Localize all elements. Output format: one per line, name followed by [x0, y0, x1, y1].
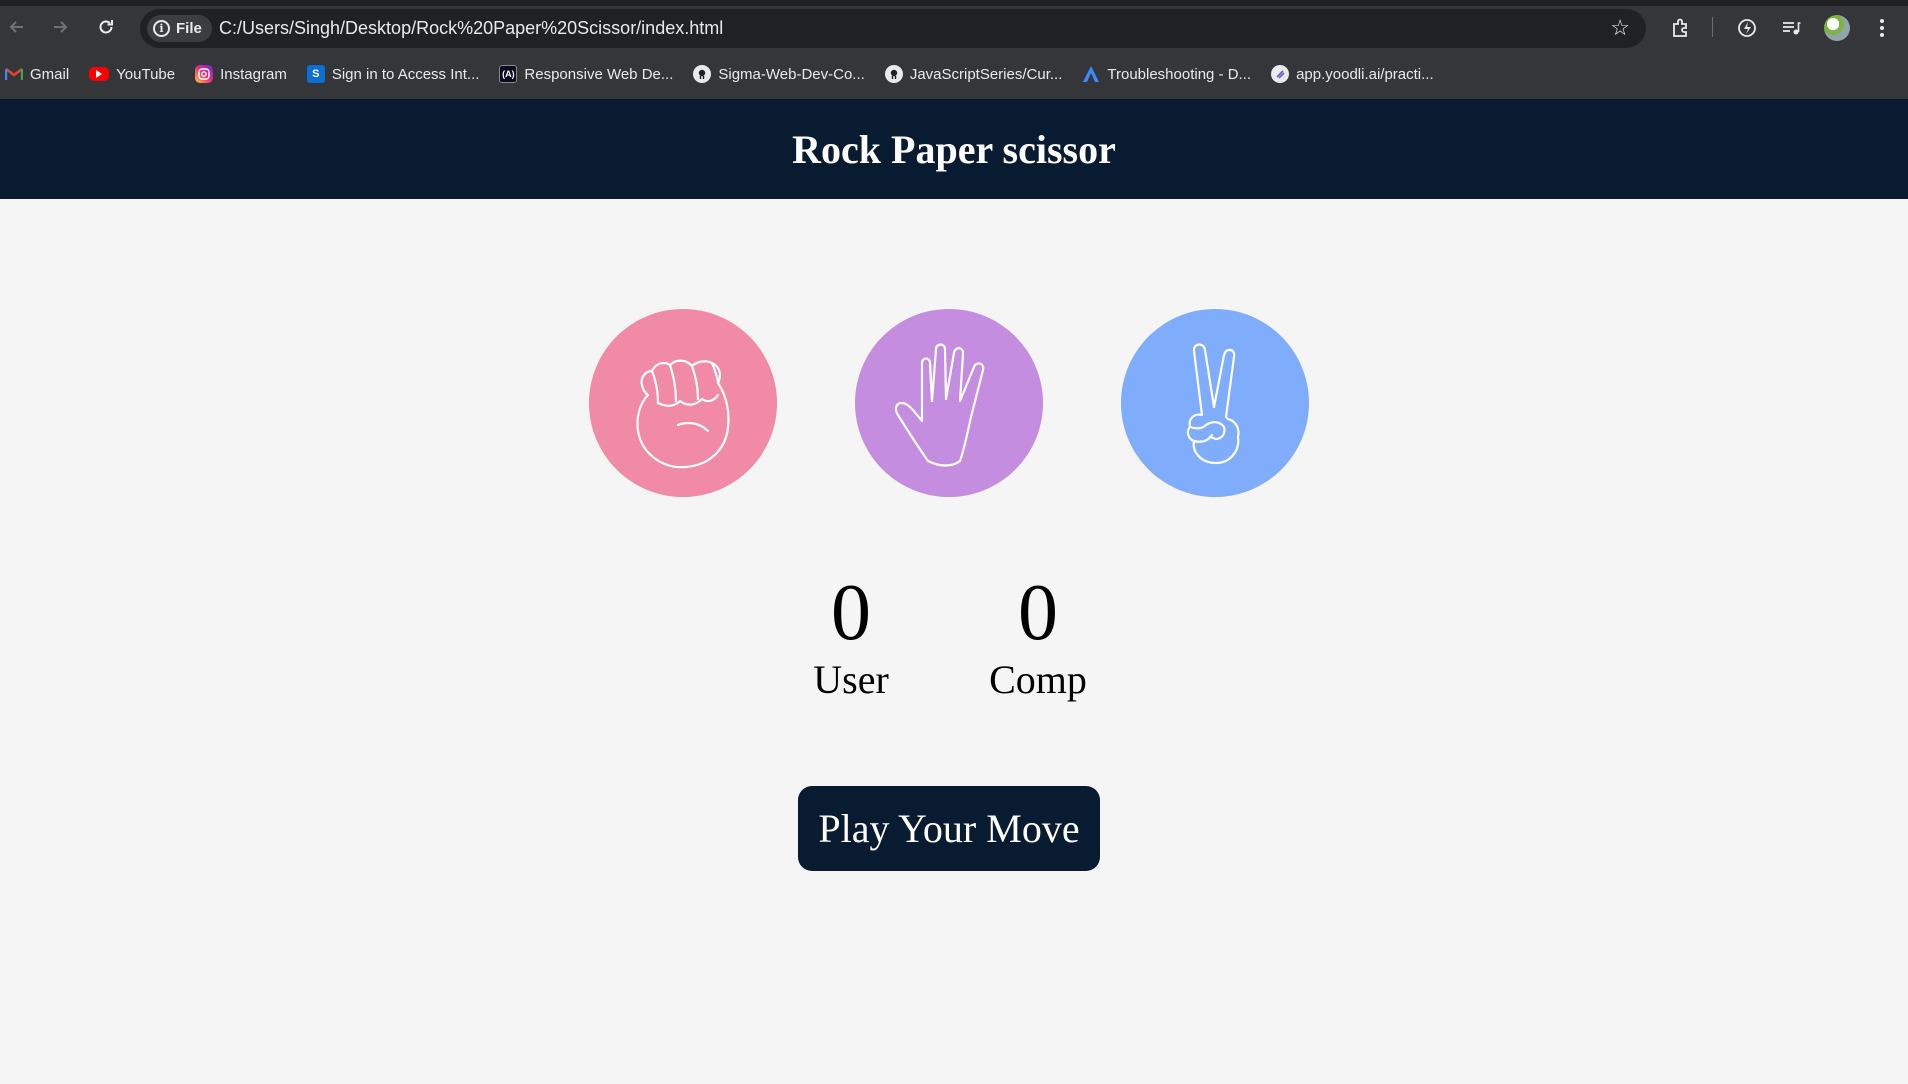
scissor-hand-icon [1186, 343, 1240, 465]
back-button[interactable] [2, 12, 32, 42]
arrow-right-icon [54, 21, 68, 33]
profile-avatar[interactable] [1821, 12, 1853, 44]
info-icon: i [153, 20, 170, 37]
bookmark-label: YouTube [116, 65, 176, 83]
message-button[interactable]: Play Your Move [798, 786, 1100, 871]
github-icon [693, 65, 712, 83]
scissor-choice[interactable] [1121, 309, 1309, 497]
bookmark-troubleshooting[interactable]: Troubleshooting - D... [1082, 65, 1251, 83]
toolbar-divider [1712, 17, 1713, 37]
comp-label: Comp [989, 657, 1087, 702]
yoodli-icon [1271, 65, 1290, 83]
triangle-icon [1082, 65, 1100, 83]
github-icon [884, 65, 903, 83]
bookmark-youtube[interactable]: YouTube [89, 66, 175, 83]
comp-score-panel: 0 Comp [980, 568, 1096, 702]
bookmark-label: Gmail [30, 65, 70, 83]
avatar [1824, 15, 1850, 41]
user-label: User [813, 657, 889, 702]
rock-choice[interactable] [589, 309, 777, 497]
file-label: File [176, 20, 202, 37]
page-title: Rock Paper scissor [792, 126, 1116, 172]
bookmark-javascript-series[interactable]: JavaScriptSeries/Cur... [884, 65, 1063, 83]
extensions-icon[interactable] [1665, 12, 1697, 44]
address-bar[interactable]: i File C:/Users/Singh/Desktop/Rock%20Pap… [140, 9, 1646, 48]
bookmark-sigma-web[interactable]: Sigma-Web-Dev-Co... [693, 65, 865, 83]
reload-icon [99, 20, 113, 34]
bookmark-label: Sigma-Web-Dev-Co... [718, 65, 865, 83]
url-text[interactable]: C:/Users/Singh/Desktop/Rock%20Paper%20Sc… [219, 18, 723, 39]
arrow-left-icon [9, 21, 23, 33]
bookmark-label: Instagram [220, 65, 287, 83]
menu-icon[interactable] [1866, 12, 1898, 44]
youtube-icon [89, 67, 110, 81]
bookmark-star-icon[interactable]: ☆ [1610, 16, 1630, 40]
bookmark-instagram[interactable]: Instagram [195, 65, 287, 83]
bookmark-label: Sign in to Access Int... [331, 65, 480, 83]
user-score: 0 [831, 569, 871, 657]
paper-hand-icon [894, 343, 985, 467]
forward-button[interactable] [45, 12, 75, 42]
gmail-icon [5, 65, 23, 83]
bookmark-label: app.yoodli.ai/practi... [1296, 65, 1434, 83]
bookmark-gmail[interactable]: Gmail [5, 65, 69, 83]
media-controls-icon[interactable] [1775, 12, 1807, 44]
bookmarks-bar: Gmail YouTube Instagram S Sign in to Acc… [0, 59, 1908, 89]
bookmark-label: Responsive Web De... [524, 65, 674, 83]
bookmark-yoodli[interactable]: app.yoodli.ai/practi... [1271, 65, 1434, 83]
a-icon: (A) [499, 65, 518, 83]
bookmark-label: Troubleshooting - D... [1107, 65, 1252, 83]
comp-score: 0 [1018, 569, 1058, 657]
bookmark-sign-in[interactable]: S Sign in to Access Int... [306, 65, 480, 83]
bookmark-responsive-web[interactable]: (A) Responsive Web De... [499, 65, 673, 83]
rock-fist-icon [636, 359, 730, 469]
page-header: Rock Paper scissor [0, 99, 1908, 199]
bookmark-label: JavaScriptSeries/Cur... [909, 65, 1063, 83]
user-score-panel: 0 User [803, 568, 899, 702]
browser-chrome: i File C:/Users/Singh/Desktop/Rock%20Pap… [0, 0, 1908, 99]
tab-strip [0, 0, 1908, 6]
site-info-chip[interactable]: i File [147, 15, 212, 42]
reload-button[interactable] [91, 12, 121, 42]
performance-icon[interactable] [1731, 12, 1763, 44]
paper-choice[interactable] [855, 309, 1043, 497]
s-icon: S [306, 65, 325, 83]
instagram-icon [195, 65, 214, 83]
